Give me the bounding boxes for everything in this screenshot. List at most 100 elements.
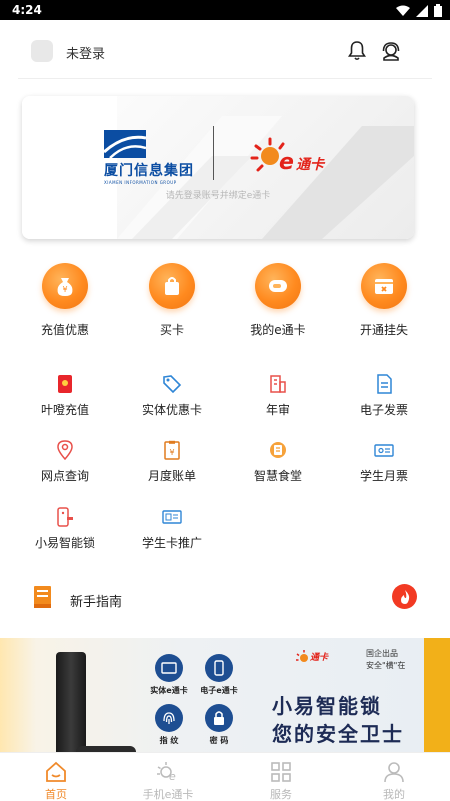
feature-label: 电子e通卡 xyxy=(200,686,238,695)
login-status[interactable]: 未登录 xyxy=(66,43,105,62)
tab-mine[interactable]: 我的 xyxy=(338,753,450,801)
home-icon xyxy=(0,760,112,784)
service-label: 叶噔充值 xyxy=(40,403,89,417)
banner-tag-state-owned: 国企出品 xyxy=(366,649,398,658)
svg-text:e: e xyxy=(169,770,176,783)
ticket-icon xyxy=(373,439,395,461)
fire-icon xyxy=(392,584,417,609)
beginner-guide[interactable]: 新手指南 xyxy=(0,578,450,618)
sun-logo-icon: e xyxy=(250,137,294,175)
service-label: 网点查询 xyxy=(40,469,89,483)
tab-mobile-ecard[interactable]: e 手机e通卡 xyxy=(112,753,224,801)
service-label: 学生月票 xyxy=(359,469,408,483)
bottom-tab-bar: 首页 e 手机e通卡 服务 我的 xyxy=(0,752,450,801)
svg-text:¥: ¥ xyxy=(169,448,174,457)
shopping-bag-icon xyxy=(149,263,195,309)
feature-label: 实体e通卡 xyxy=(150,686,188,695)
fingerprint-icon xyxy=(155,704,183,732)
action-label: 开通挂失 xyxy=(359,323,408,337)
svg-text:e: e xyxy=(279,150,294,175)
guide-label: 新手指南 xyxy=(70,595,123,610)
wallet-icon xyxy=(361,263,407,309)
feature-fingerprint: 指 纹 xyxy=(145,704,193,746)
tab-label: 手机e通卡 xyxy=(142,788,194,801)
battery-icon xyxy=(434,4,442,17)
svg-text:¥: ¥ xyxy=(62,285,67,294)
action-buy-card[interactable]: 买卡 xyxy=(127,263,217,338)
banner-title: 小易智能锁 xyxy=(272,694,382,718)
service-outlet-search[interactable]: 网点查询 xyxy=(15,439,115,484)
banner-subtitle: 您的安全卫士 xyxy=(272,722,404,746)
red-packet-icon xyxy=(54,373,76,395)
banner-tag-security: 安全"横"在 xyxy=(366,661,406,670)
feature-password: 密 码 xyxy=(195,704,243,746)
service-annual-review[interactable]: 年审 xyxy=(228,373,328,418)
brand1-english: XIAMEN INFORMATION GROUP xyxy=(104,180,177,185)
action-report-loss[interactable]: 开通挂失 xyxy=(339,263,429,338)
bell-icon[interactable] xyxy=(347,40,367,62)
header: 未登录 xyxy=(0,20,450,80)
service-label: 年审 xyxy=(265,403,290,417)
user-icon xyxy=(338,760,450,784)
service-label: 学生卡推广 xyxy=(141,536,202,550)
card-hint: 请先登录账号并绑定e通卡 xyxy=(165,191,271,201)
service-label: 实体优惠卡 xyxy=(141,403,202,417)
wifi-icon xyxy=(396,5,410,16)
status-time: 4:24 xyxy=(12,3,42,17)
service-e-invoice[interactable]: 电子发票 xyxy=(334,373,434,418)
action-my-ecard[interactable]: 我的e通卡 xyxy=(233,263,323,338)
service-student-card-promo[interactable]: 学生卡推广 xyxy=(122,506,222,551)
canteen-icon xyxy=(267,439,289,461)
service-label: 小易智能锁 xyxy=(34,536,95,550)
service-student-monthly-ticket[interactable]: 学生月票 xyxy=(334,439,434,484)
service-xiaoyi-smart-lock[interactable]: 小易智能锁 xyxy=(15,506,115,551)
phone-feature-icon xyxy=(205,654,233,682)
e-card-panel[interactable]: 厦门信息集团 XIAMEN INFORMATION GROUP e 通卡 请先登… xyxy=(22,96,414,239)
card-background-stripes xyxy=(22,96,414,239)
card-divider xyxy=(213,126,214,180)
service-yedeng-recharge[interactable]: 叶噔充值 xyxy=(15,373,115,418)
tab-home[interactable]: 首页 xyxy=(0,753,112,801)
building-icon xyxy=(267,373,289,395)
mobile-ecard-icon: e xyxy=(112,760,224,784)
tab-services[interactable]: 服务 xyxy=(225,753,337,801)
book-icon xyxy=(34,586,51,608)
customer-service-icon[interactable] xyxy=(380,40,402,62)
banner-yellow-edge xyxy=(424,638,450,752)
tab-label: 服务 xyxy=(270,788,292,801)
feature-physical-ecard: 实体e通卡 xyxy=(145,654,193,696)
service-label: 月度账单 xyxy=(147,469,196,483)
status-bar: 4:24 xyxy=(0,0,450,20)
service-monthly-bill[interactable]: ¥ 月度账单 xyxy=(122,439,222,484)
smart-lock-icon xyxy=(54,506,76,528)
bill-icon: ¥ xyxy=(161,439,183,461)
action-label: 充值优惠 xyxy=(40,323,89,337)
feature-label: 密 码 xyxy=(209,736,229,745)
action-label: 我的e通卡 xyxy=(250,323,306,337)
card-icon xyxy=(255,263,301,309)
tab-label: 首页 xyxy=(45,788,67,801)
door-lock-image xyxy=(56,652,86,752)
tag-icon xyxy=(161,373,183,395)
main-actions: ¥ 充值优惠 买卡 我的e通卡 开通挂失 xyxy=(0,263,450,343)
money-bag-icon: ¥ xyxy=(42,263,88,309)
location-icon xyxy=(54,439,76,461)
brand1-name: 厦门信息集团 xyxy=(104,163,194,179)
smart-lock-banner[interactable]: 实体e通卡 电子e通卡 指 纹 密 码 通卡 国企出品 安全"横"在 小易智能锁… xyxy=(0,638,450,752)
padlock-icon xyxy=(205,704,233,732)
e-tong-card-logo: e 通卡 xyxy=(250,136,324,180)
action-recharge-discount[interactable]: ¥ 充值优惠 xyxy=(20,263,110,338)
tab-label: 我的 xyxy=(383,788,405,801)
service-label: 电子发票 xyxy=(359,403,408,417)
status-icons xyxy=(396,4,442,17)
service-physical-discount-card[interactable]: 实体优惠卡 xyxy=(122,373,222,418)
banner-brand: 通卡 xyxy=(310,653,329,663)
action-label: 买卡 xyxy=(159,323,184,337)
header-divider xyxy=(18,78,432,79)
avatar[interactable] xyxy=(31,40,53,62)
xiamen-info-group-logo: 厦门信息集团 XIAMEN INFORMATION GROUP xyxy=(104,130,194,185)
service-smart-canteen[interactable]: 智慧食堂 xyxy=(228,439,328,484)
service-label: 智慧食堂 xyxy=(253,469,302,483)
student-card-icon xyxy=(161,506,183,528)
invoice-icon xyxy=(373,373,395,395)
